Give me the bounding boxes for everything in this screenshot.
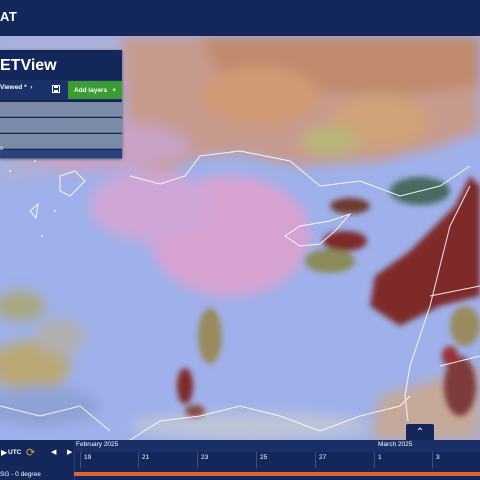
- timeline-months: February 2025 March 2025: [74, 440, 480, 452]
- panel-footer-text: s: [0, 146, 3, 152]
- recently-viewed-label: Viewed *: [0, 84, 27, 91]
- layer-row[interactable]: [0, 118, 122, 133]
- panel-toolbar: Viewed * › Add layers +: [0, 80, 122, 100]
- day-label: 1: [378, 454, 382, 461]
- collapse-timeline-button[interactable]: ⌃: [406, 424, 434, 440]
- plus-icon: +: [112, 86, 117, 94]
- layer-panel: ETView Viewed * › Add layers +: [0, 50, 122, 159]
- save-icon[interactable]: [52, 85, 60, 93]
- chevron-up-icon: ⌃: [415, 426, 425, 438]
- timeline-range-track[interactable]: [74, 472, 480, 476]
- timeline-bar: ▶ UTC ⟳ ◀ ▶ SG - 0 degree February 2025 …: [0, 440, 480, 480]
- panel-title: ETView: [0, 57, 57, 74]
- day-label: 23: [201, 454, 209, 461]
- add-layers-label: Add layers: [73, 86, 108, 94]
- timeline-controls: ▶ UTC ⟳ ◀ ▶ SG - 0 degree: [0, 440, 75, 480]
- recently-viewed-dropdown[interactable]: Viewed * ›: [0, 84, 32, 91]
- day-label: 27: [319, 454, 327, 461]
- timezone-label[interactable]: UTC: [8, 449, 21, 456]
- previous-step-icon[interactable]: ◀: [51, 448, 56, 456]
- top-bar: AT: [0, 0, 480, 36]
- timeline-days[interactable]: 19 21 23 25 27 1 3: [74, 452, 480, 470]
- day-label: 25: [260, 454, 268, 461]
- month-label: February 2025: [76, 441, 119, 448]
- layer-row[interactable]: [0, 134, 122, 149]
- active-layer-label: SG - 0 degree: [0, 471, 41, 478]
- add-layers-button[interactable]: Add layers +: [68, 81, 122, 99]
- day-label: 19: [84, 454, 92, 461]
- chevron-right-icon: ›: [28, 84, 33, 91]
- layer-row-selected[interactable]: [0, 150, 122, 159]
- layer-row[interactable]: [0, 102, 122, 117]
- day-label: 3: [436, 454, 440, 461]
- next-step-icon[interactable]: ▶: [67, 448, 72, 456]
- day-label: 21: [142, 454, 150, 461]
- play-icon[interactable]: ▶: [1, 448, 7, 457]
- month-label: March 2025: [378, 441, 413, 448]
- refresh-icon[interactable]: ⟳: [26, 446, 35, 459]
- brand-logo-text: AT: [0, 9, 18, 24]
